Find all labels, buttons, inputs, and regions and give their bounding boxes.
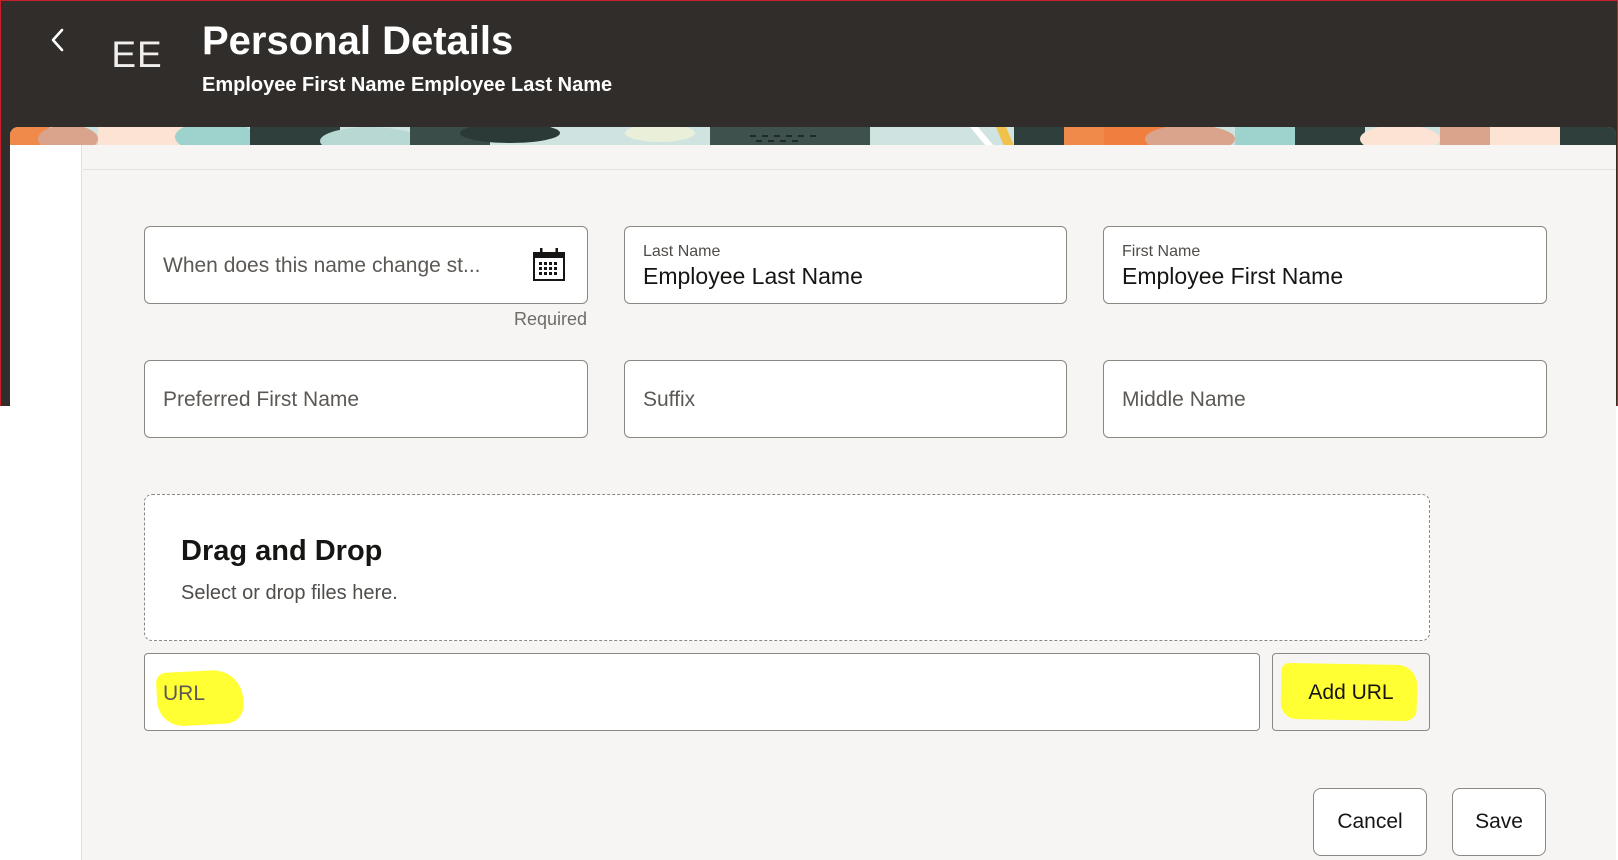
last-name-label: Last Name: [643, 243, 721, 260]
left-rail: [10, 145, 82, 860]
middle-name-field[interactable]: Middle Name: [1103, 360, 1547, 438]
required-helper-text: Required: [514, 309, 588, 329]
suffix-field[interactable]: Suffix: [624, 360, 1067, 438]
url-placeholder: URL: [163, 682, 206, 705]
add-url-label: Add URL: [1308, 681, 1394, 704]
preferred-first-name-placeholder: Preferred First Name: [163, 388, 360, 411]
effective-date-field[interactable]: When does this name change st...: [144, 226, 588, 304]
first-name-label: First Name: [1122, 243, 1201, 260]
decorative-banner: [10, 127, 1616, 146]
middle-name-placeholder: Middle Name: [1122, 388, 1246, 411]
cancel-button[interactable]: Cancel: [1313, 788, 1427, 856]
last-name-field[interactable]: Last Name Employee Last Name: [624, 226, 1067, 304]
dropzone-subtitle: Select or drop files here.: [181, 582, 398, 604]
add-url-button[interactable]: Add URL: [1272, 653, 1430, 731]
page-subtitle: Employee First Name Employee Last Name: [202, 74, 613, 96]
preferred-first-name-field[interactable]: Preferred First Name: [144, 360, 588, 438]
page-title: Personal Details: [202, 19, 514, 63]
chevron-left-icon: [51, 28, 64, 52]
effective-date-placeholder: When does this name change st...: [163, 254, 481, 277]
first-name-value: Employee First Name: [1122, 263, 1344, 289]
first-name-field[interactable]: First Name Employee First Name: [1103, 226, 1547, 304]
url-input[interactable]: URL: [144, 653, 1260, 731]
avatar: EE: [111, 34, 163, 75]
save-button[interactable]: Save: [1452, 788, 1546, 856]
last-name-value: Employee Last Name: [643, 263, 863, 289]
suffix-placeholder: Suffix: [643, 388, 696, 411]
file-dropzone[interactable]: Drag and Drop Select or drop files here.: [144, 494, 1430, 641]
back-button[interactable]: [41, 23, 75, 57]
calendar-icon[interactable]: [531, 247, 567, 283]
dropzone-title: Drag and Drop: [181, 535, 383, 567]
section-divider: [83, 145, 1616, 170]
